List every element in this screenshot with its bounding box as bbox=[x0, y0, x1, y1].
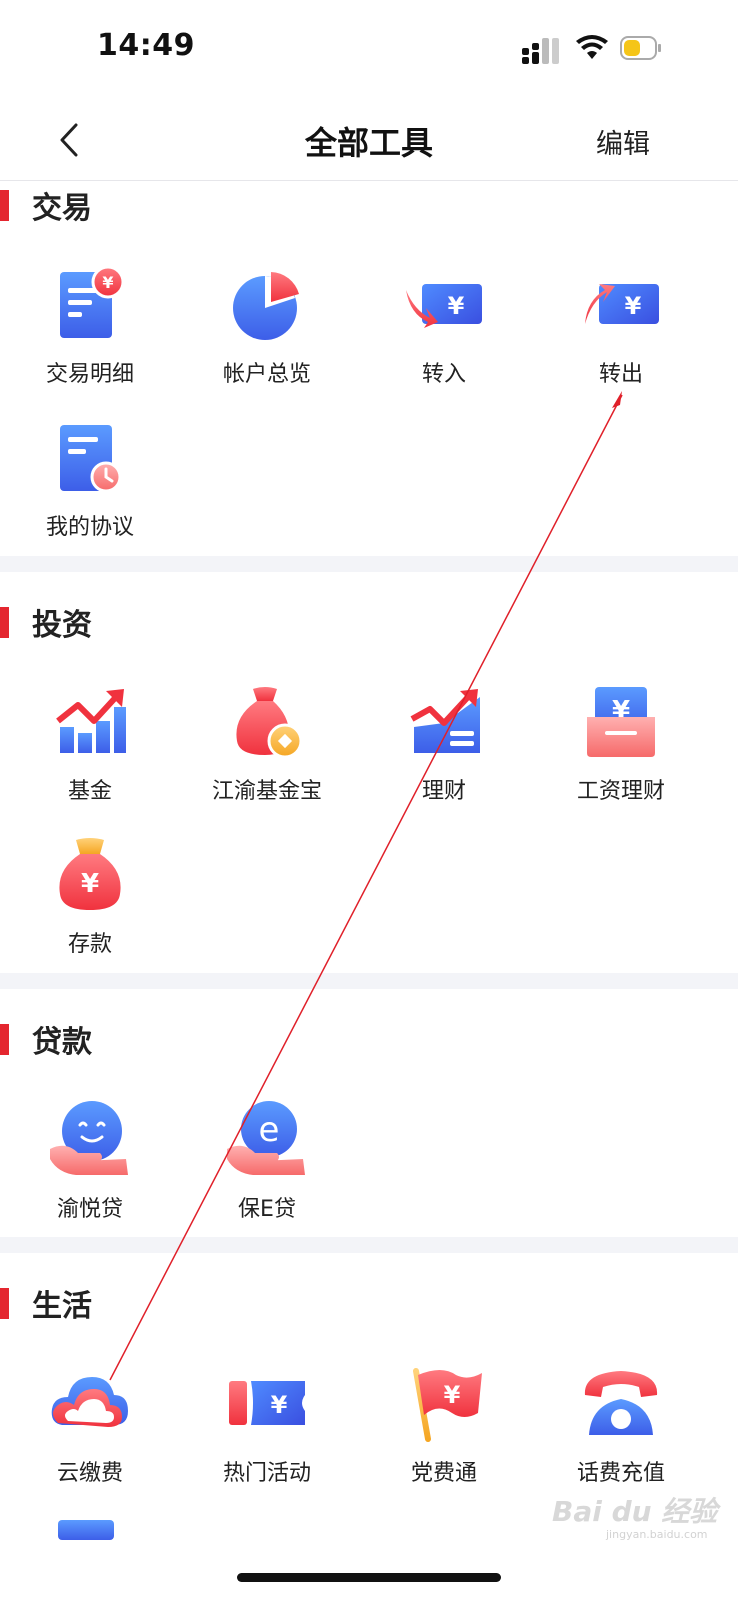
section-title: 投资 bbox=[32, 608, 92, 643]
salary-icon: ¥ bbox=[587, 687, 655, 757]
tool-label: 理财 bbox=[421, 779, 466, 804]
svg-text:e: e bbox=[259, 1110, 280, 1150]
tool-label: 江渝基金宝 bbox=[211, 779, 322, 804]
tool-label: 转入 bbox=[421, 362, 466, 387]
svg-text:¥: ¥ bbox=[444, 1381, 461, 1409]
section-marker bbox=[0, 1024, 9, 1055]
section-invest: 投资 基金 江渝基金宝 理财 ¥ 工资理财 ¥ 存款 bbox=[0, 598, 738, 973]
section-divider bbox=[0, 973, 738, 989]
tool-cloud-payment[interactable]: 云缴费 bbox=[0, 1361, 180, 1487]
flag-icon: ¥ bbox=[413, 1368, 482, 1442]
tool-jiangyu-fund[interactable]: 江渝基金宝 bbox=[177, 683, 357, 805]
section-loan: 贷款 渝悦贷 e 保E贷 bbox=[0, 1015, 738, 1237]
tool-transaction-detail[interactable]: ¥ 交易明细 bbox=[0, 266, 180, 388]
tool-label: 我的协议 bbox=[45, 515, 134, 540]
svg-text:¥: ¥ bbox=[448, 292, 465, 320]
tool-label: 存款 bbox=[67, 932, 112, 957]
wealth-chart-icon bbox=[410, 689, 480, 753]
tool-label: 转出 bbox=[598, 362, 643, 387]
ticket-icon: ¥ bbox=[229, 1381, 305, 1425]
section-title: 贷款 bbox=[32, 1025, 92, 1060]
tool-yuyue-loan[interactable]: 渝悦贷 bbox=[0, 1097, 180, 1223]
tool-label: 交易明细 bbox=[45, 362, 134, 387]
watermark-logo: Bai du 经验 bbox=[552, 1495, 718, 1528]
tool-label: 工资理财 bbox=[576, 779, 665, 804]
e-hand-icon: e bbox=[227, 1101, 305, 1175]
status-bar: 14:49 bbox=[0, 0, 738, 100]
pie-chart-icon bbox=[233, 272, 299, 340]
tool-label: 保E贷 bbox=[238, 1197, 296, 1222]
status-time: 14:49 bbox=[97, 28, 195, 63]
tool-wealth[interactable]: 理财 bbox=[354, 683, 534, 805]
transaction-detail-icon: ¥ bbox=[60, 266, 125, 338]
transfer-out-icon: ¥ bbox=[585, 284, 659, 324]
wifi-icon bbox=[576, 35, 608, 59]
partial-next-icon bbox=[58, 1520, 114, 1540]
tool-hot-activity[interactable]: ¥ 热门活动 bbox=[177, 1361, 357, 1487]
section-marker bbox=[0, 1288, 9, 1319]
svg-text:¥: ¥ bbox=[625, 292, 642, 320]
tool-account-overview[interactable]: 帐户总览 bbox=[177, 266, 357, 388]
tool-label: 话费充值 bbox=[576, 1461, 665, 1486]
svg-text:¥: ¥ bbox=[81, 869, 99, 899]
tool-label: 党费通 bbox=[410, 1461, 477, 1486]
tool-label: 帐户总览 bbox=[222, 362, 311, 387]
section-marker bbox=[0, 190, 9, 221]
nav-bar: 全部工具 编辑 bbox=[0, 100, 738, 181]
tool-phone-recharge[interactable]: 话费充值 bbox=[531, 1361, 711, 1487]
tool-label: 云缴费 bbox=[56, 1461, 123, 1486]
tool-label: 基金 bbox=[67, 779, 112, 804]
tool-label: 热门活动 bbox=[222, 1461, 311, 1486]
section-marker bbox=[0, 607, 9, 638]
home-indicator[interactable] bbox=[237, 1573, 501, 1582]
section-title: 交易 bbox=[32, 191, 92, 226]
section-life: 生活 云缴费 ¥ 热门活动 ¥ 党费通 话费充值 bbox=[0, 1279, 738, 1600]
tool-fund[interactable]: 基金 bbox=[0, 683, 180, 805]
money-bag-icon bbox=[236, 687, 303, 759]
section-divider bbox=[0, 556, 738, 572]
watermark-url: jingyan.baidu.com bbox=[606, 1528, 708, 1541]
smile-hand-icon bbox=[50, 1101, 128, 1175]
battery-icon bbox=[620, 36, 661, 60]
cloud-icon bbox=[51, 1377, 128, 1427]
deposit-bag-icon: ¥ bbox=[59, 838, 121, 910]
tool-salary-wealth[interactable]: ¥ 工资理财 bbox=[531, 683, 711, 805]
svg-text:¥: ¥ bbox=[102, 273, 113, 292]
agreement-icon bbox=[60, 425, 122, 493]
fund-chart-icon bbox=[56, 689, 126, 753]
tool-party-fee[interactable]: ¥ 党费通 bbox=[354, 1361, 534, 1487]
section-divider bbox=[0, 1237, 738, 1253]
tool-bao-e-loan[interactable]: e 保E贷 bbox=[177, 1097, 357, 1223]
tool-deposit[interactable]: ¥ 存款 bbox=[0, 836, 180, 958]
edit-button[interactable]: 编辑 bbox=[596, 122, 650, 161]
cellular-signal-icon bbox=[522, 38, 559, 64]
telephone-icon bbox=[584, 1371, 658, 1435]
svg-text:¥: ¥ bbox=[271, 1391, 288, 1419]
section-title: 生活 bbox=[32, 1289, 92, 1324]
section-trade: 交易 ¥ 交易明细 帐户总览 ¥ 转入 ¥ 转出 我的协议 bbox=[0, 181, 738, 556]
transfer-in-icon: ¥ bbox=[406, 284, 482, 328]
tool-my-agreement[interactable]: 我的协议 bbox=[0, 419, 180, 541]
tool-transfer-in[interactable]: ¥ 转入 bbox=[354, 266, 534, 388]
tool-label: 渝悦贷 bbox=[56, 1197, 123, 1222]
tool-transfer-out[interactable]: ¥ 转出 bbox=[531, 266, 711, 388]
